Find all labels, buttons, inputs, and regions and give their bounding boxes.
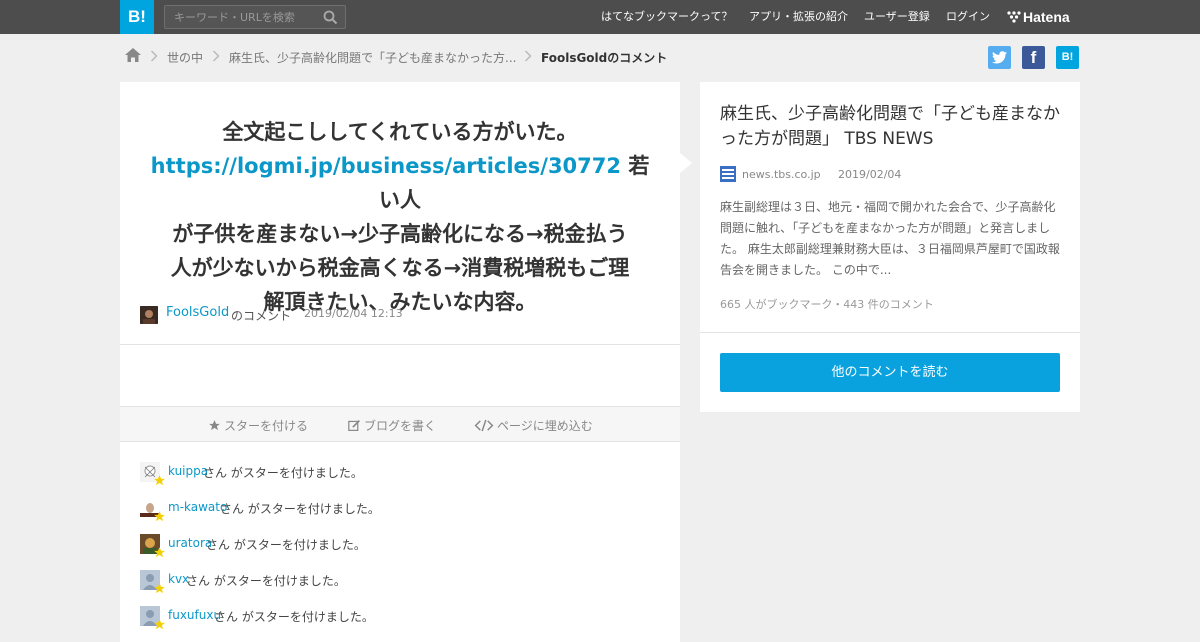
divider bbox=[120, 344, 680, 345]
comment-text: が子供を産まない→少子高齢化になる→税金払う bbox=[172, 222, 628, 246]
star-text: さん がスターを付けました。 bbox=[186, 574, 346, 588]
star-text: さん がスターを付けました。 bbox=[214, 610, 374, 624]
chevron-right-icon bbox=[212, 50, 220, 65]
star-text: さん がスターを付けました。 bbox=[220, 502, 380, 516]
nav-register[interactable]: ユーザー登録 bbox=[864, 0, 930, 34]
add-star-button[interactable]: スターを付ける bbox=[208, 417, 308, 434]
comment-user-link[interactable]: FoolsGold bbox=[166, 305, 229, 320]
hatena-brand-link[interactable]: Hatena bbox=[1007, 0, 1070, 34]
breadcrumb-item-category[interactable]: 世の中 bbox=[167, 49, 203, 66]
star-icon bbox=[208, 419, 224, 433]
code-icon bbox=[474, 419, 497, 433]
hatena-bookmark-logo[interactable]: B! bbox=[120, 0, 154, 34]
comment-timestamp[interactable]: 2019/02/04 12:13 bbox=[304, 307, 403, 320]
chevron-right-icon bbox=[524, 50, 532, 65]
twitter-icon bbox=[992, 49, 1007, 65]
breadcrumb-current: FoolsGoldのコメント bbox=[541, 51, 668, 65]
nav-about[interactable]: はてなブックマークって？ bbox=[601, 0, 732, 34]
nav-apps[interactable]: アプリ・拡張の紹介 bbox=[749, 0, 848, 34]
bookmark-count[interactable]: 665 人がブックマーク・443 件のコメント bbox=[720, 296, 934, 312]
hatena-brand-label: Hatena bbox=[1023, 9, 1070, 25]
comment-text: 人が少ないから税金高くなる→消費税増税もご理 bbox=[170, 256, 630, 280]
comment-card: 全文起こししてくれている方がいた。 https://logmi.jp/busin… bbox=[120, 82, 680, 642]
hatena-bookmark-icon: B! bbox=[1061, 51, 1074, 63]
write-blog-label: ブログを書く bbox=[364, 419, 437, 433]
write-blog-button[interactable]: ブログを書く bbox=[348, 417, 436, 434]
breadcrumb-item-article[interactable]: 麻生氏、少子高齢化問題で「子ども産まなかった方... bbox=[229, 49, 516, 66]
article-title[interactable]: 麻生氏、少子高齢化問題で「子ども産まなかった方が問題」 TBS NEWS bbox=[720, 102, 1065, 152]
star-icon bbox=[153, 474, 166, 490]
embed-button[interactable]: ページに埋め込む bbox=[474, 417, 593, 434]
article-domain[interactable]: news.tbs.co.jp bbox=[742, 168, 821, 181]
article-date: 2019/02/04 bbox=[838, 168, 902, 181]
favicon-icon bbox=[720, 166, 736, 182]
search-icon[interactable] bbox=[323, 10, 338, 29]
star-text: さん がスターを付けました。 bbox=[203, 466, 363, 480]
divider bbox=[700, 332, 1080, 333]
home-icon[interactable] bbox=[124, 47, 142, 66]
chevron-right-icon bbox=[150, 50, 158, 65]
search-input[interactable] bbox=[165, 6, 315, 28]
embed-label: ページに埋め込む bbox=[497, 419, 593, 433]
comment-link[interactable]: https://logmi.jp/business/articles/30772 bbox=[151, 154, 621, 178]
star-icon bbox=[153, 546, 166, 562]
hatena-bookmark-share-button[interactable]: B! bbox=[1056, 46, 1079, 69]
action-bar: スターを付ける ブログを書く ページに埋め込む bbox=[120, 406, 680, 442]
edit-icon bbox=[348, 419, 364, 433]
read-other-comments-button[interactable]: 他のコメントを読む bbox=[720, 353, 1060, 392]
facebook-icon: f bbox=[1030, 48, 1037, 67]
star-icon bbox=[153, 618, 166, 634]
star-icon bbox=[153, 582, 166, 598]
search-box[interactable] bbox=[164, 5, 346, 29]
article-summary: 麻生副総理は３日、地元・福岡で開かれた会合で、少子高齢化問題に触れ、「子どもを産… bbox=[720, 200, 1060, 277]
twitter-share-button[interactable] bbox=[988, 46, 1011, 69]
hatena-logo-icon bbox=[1007, 9, 1023, 25]
top-bar: B! はてなブックマークって？ アプリ・拡張の紹介 ユーザー登録 ログイン Ha… bbox=[0, 0, 1200, 34]
nav-login[interactable]: ログイン bbox=[946, 0, 990, 34]
add-star-label: スターを付ける bbox=[224, 419, 309, 433]
avatar[interactable] bbox=[140, 306, 158, 324]
comment-user-suffix: のコメント bbox=[231, 309, 292, 323]
star-icon bbox=[153, 510, 166, 526]
card-pointer bbox=[680, 153, 692, 173]
facebook-share-button[interactable]: f bbox=[1022, 46, 1045, 69]
comment-body: 全文起こししてくれている方がいた。 https://logmi.jp/busin… bbox=[150, 115, 650, 319]
star-user-link[interactable]: m-kawato bbox=[168, 500, 227, 514]
comment-text: 全文起こししてくれている方がいた。 bbox=[222, 120, 578, 144]
article-card: 麻生氏、少子高齢化問題で「子ども産まなかった方が問題」 TBS NEWS new… bbox=[700, 82, 1080, 412]
star-text: さん がスターを付けました。 bbox=[206, 538, 366, 552]
